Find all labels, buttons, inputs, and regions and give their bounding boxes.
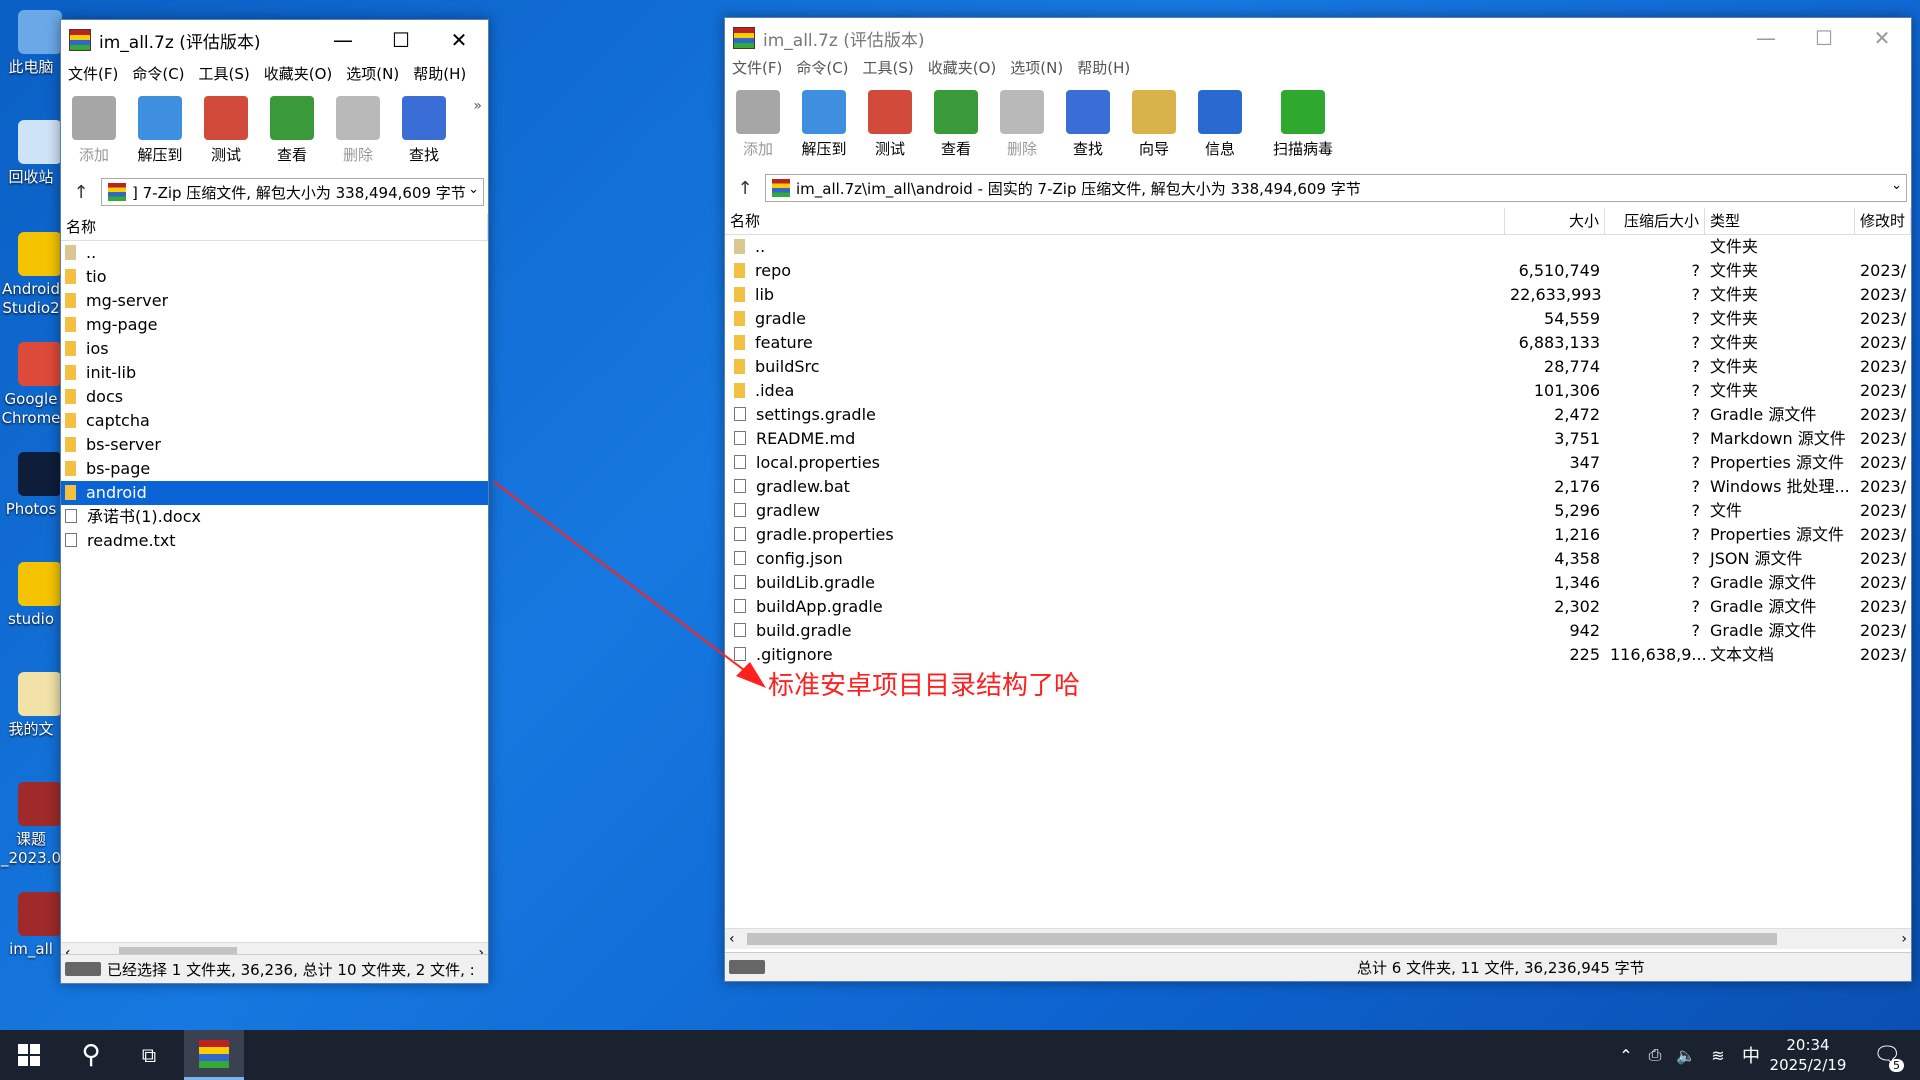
search-icon[interactable]: ⚲	[66, 1030, 116, 1080]
taskbar: ⚲ ⧉ ⌃ ⎙ 🔈 ≋ 中 20:34 2025/2/19 🗨 5	[0, 1030, 1920, 1080]
annotation-arrow	[493, 481, 766, 688]
notification-count: 5	[1889, 1059, 1904, 1072]
usb-icon[interactable]: ⎙	[1642, 1030, 1668, 1080]
clock[interactable]: 20:34 2025/2/19	[1768, 1030, 1848, 1080]
start-button[interactable]	[0, 1030, 58, 1080]
task-view-icon[interactable]: ⧉	[124, 1030, 174, 1080]
show-hidden-icons-icon[interactable]: ⌃	[1614, 1030, 1638, 1080]
volume-icon[interactable]: 🔈	[1672, 1030, 1700, 1080]
ime-indicator[interactable]: 中	[1736, 1030, 1766, 1080]
notification-center-icon[interactable]: 🗨 5	[1862, 1030, 1912, 1080]
windows-logo-icon	[18, 1044, 40, 1066]
annotation-text: 标准安卓项目目录结构了哈	[768, 671, 1081, 701]
winrar-app-icon	[199, 1039, 229, 1068]
clock-date: 2025/2/19	[1769, 1056, 1847, 1074]
taskbar-winrar-app[interactable]	[184, 1030, 244, 1080]
network-icon[interactable]: ≋	[1704, 1030, 1732, 1080]
clock-time: 20:34	[1786, 1036, 1830, 1054]
